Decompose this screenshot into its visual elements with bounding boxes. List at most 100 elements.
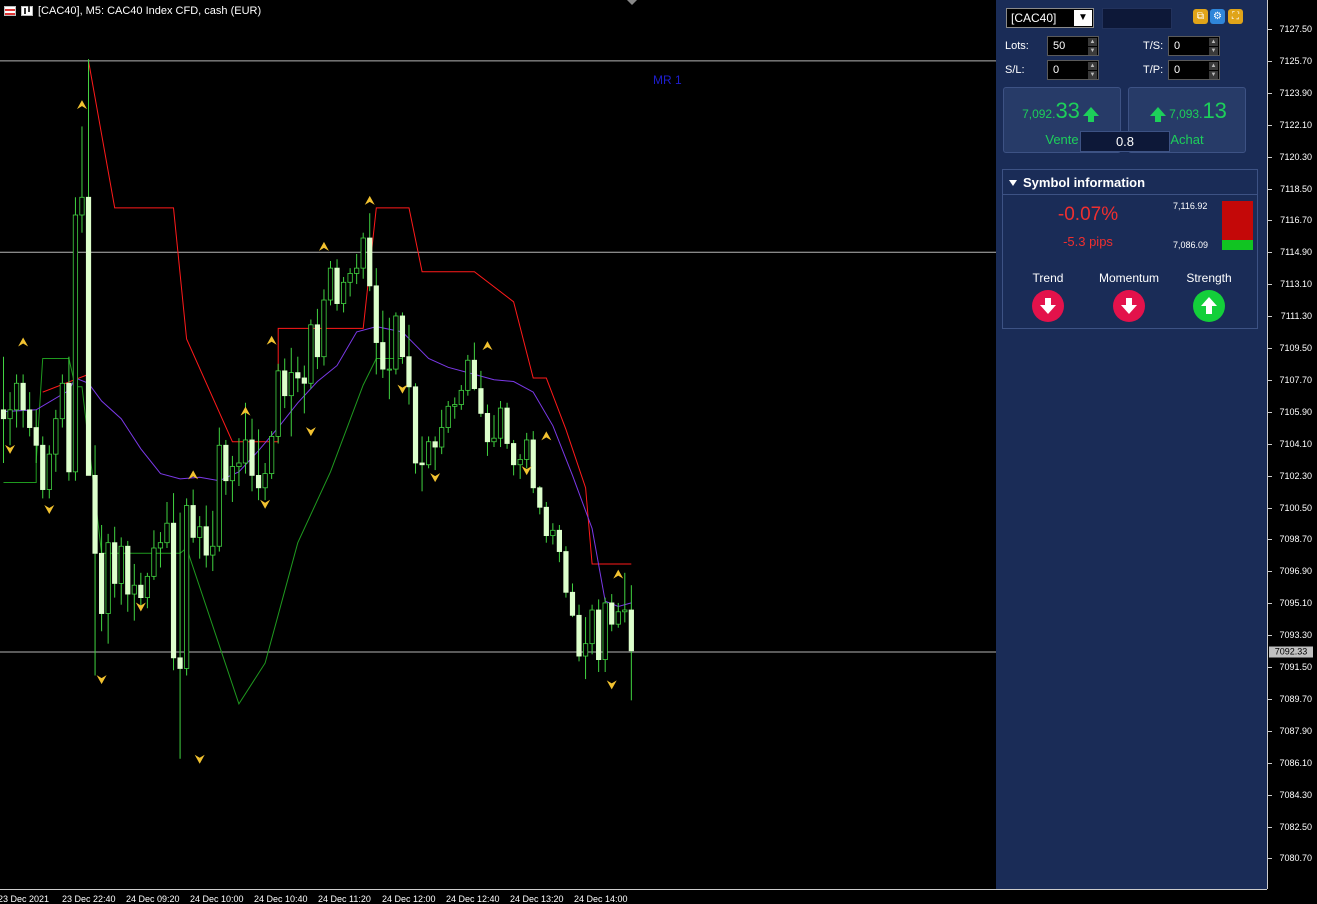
ts-field[interactable]: 0 ▲ ▼ [1168, 36, 1220, 56]
candle-body [105, 542, 111, 614]
tp-increment-icon[interactable]: ▲ [1209, 62, 1218, 70]
candle-body [236, 462, 242, 467]
copy-icon[interactable]: ⧉ [1193, 9, 1208, 24]
fractal-down-marker [5, 444, 16, 454]
candle-body [66, 382, 72, 473]
candle-body [301, 377, 307, 384]
candle-body [308, 324, 314, 384]
chart-shift-marker[interactable] [627, 0, 637, 5]
time-tick-label: 24 Dec 12:00 [382, 894, 436, 904]
fractal-up-marker [76, 100, 87, 110]
collapse-icon[interactable] [1009, 180, 1017, 186]
sl-field[interactable]: 0 ▲ ▼ [1047, 60, 1099, 80]
gear-icon[interactable]: ⚙ [1210, 9, 1225, 24]
momentum-label: Momentum [1098, 271, 1160, 285]
candle-body [164, 522, 170, 544]
price-tick-label: 7093.30 [1279, 630, 1312, 641]
tp-decrement-icon[interactable]: ▼ [1209, 71, 1218, 79]
price-tick-mark [1268, 188, 1272, 190]
candle-body [282, 370, 288, 397]
symbol-info-header[interactable]: Symbol information [1003, 170, 1257, 195]
fractal-down-marker [194, 754, 205, 764]
time-tick-label: 24 Dec 10:00 [190, 894, 244, 904]
lots-label: Lots: [1005, 40, 1029, 52]
sell-price: 7,092.33 [1004, 98, 1120, 124]
candle-body [327, 267, 334, 301]
symbol-select[interactable]: [CAC40] ▼ [1006, 8, 1094, 28]
price-tick-mark [1268, 858, 1272, 860]
fractal-up-marker [266, 335, 277, 345]
sl-decrement-icon[interactable]: ▼ [1088, 71, 1097, 79]
price-tick-mark [1268, 348, 1272, 349]
candle-body [99, 552, 105, 614]
price-tick-mark [1268, 730, 1272, 732]
price-tick-mark [1268, 507, 1272, 509]
symbol-info-field [1102, 8, 1172, 29]
candle-body [596, 609, 602, 661]
candle-body [27, 409, 33, 428]
candle-body [478, 388, 484, 414]
expand-icon[interactable]: ⛶ [1228, 9, 1243, 24]
candle-body [465, 359, 471, 391]
time-axis[interactable]: 23 Dec 2021 23 Dec 22:40 24 Dec 09:20 24 De… [0, 889, 1267, 904]
flag-icon [4, 6, 16, 16]
price-tick-label: 7091.50 [1279, 662, 1312, 672]
price-tick-mark [1268, 60, 1272, 62]
candle-body [229, 466, 235, 482]
candle-body [556, 529, 563, 552]
chart-area[interactable]: [CAC40], M5: CAC40 Index CFD, cash (EUR)… [0, 0, 996, 889]
time-tick-label: 24 Dec 11:20 [318, 894, 371, 904]
candle-body [20, 382, 26, 411]
candle-body [452, 404, 458, 407]
candle-body [131, 584, 137, 595]
candle-body [504, 407, 510, 444]
time-tick-label: 24 Dec 12:40 [446, 894, 500, 904]
symbol-info-box: Symbol information -0.07% -5.3 pips 7,11… [1002, 169, 1258, 329]
ts-value: 0 [1174, 40, 1181, 52]
price-tick-label: 7096.90 [1279, 566, 1312, 577]
candle-body [360, 237, 366, 269]
chevron-down-icon[interactable]: ▼ [1074, 10, 1092, 26]
trend-down-icon [1032, 290, 1064, 322]
candle-body [530, 439, 536, 489]
lots-field[interactable]: 50 ▲ ▼ [1047, 36, 1099, 56]
price-chart[interactable] [0, 0, 996, 889]
candle-body [249, 439, 255, 476]
price-tick-label: 7105.90 [1279, 406, 1312, 417]
time-tick-label: 23 Dec 22:40 [62, 894, 116, 904]
candle-body [118, 545, 124, 584]
tp-field[interactable]: 0 ▲ ▼ [1168, 60, 1220, 80]
candle-body [85, 196, 92, 476]
price-tick-mark [1268, 603, 1272, 605]
ts-decrement-icon[interactable]: ▼ [1209, 47, 1218, 55]
price-axis[interactable]: 7127.50 7125.70 7123.90 7122.10 7120.30 7118.… [1267, 0, 1317, 889]
candle-body [177, 657, 183, 669]
lots-decrement-icon[interactable]: ▼ [1088, 47, 1097, 55]
candle-body [399, 315, 406, 358]
candle-body [609, 602, 615, 625]
price-tick-label: 7114.90 [1280, 247, 1312, 258]
candle-body [255, 474, 262, 489]
time-tick-label: 23 Dec 2021 [0, 894, 50, 904]
candle-body [373, 285, 379, 343]
strength-up-icon [1193, 290, 1225, 322]
lots-increment-icon[interactable]: ▲ [1088, 38, 1097, 46]
candle-body [262, 473, 268, 489]
candle-body [491, 437, 497, 443]
fractal-up-marker [364, 195, 375, 205]
candle-body [334, 267, 340, 304]
symbol-select-value: [CAC40] [1011, 11, 1057, 25]
candle-body [125, 545, 131, 595]
sl-increment-icon[interactable]: ▲ [1088, 62, 1097, 70]
candle-body [497, 407, 504, 439]
candle-body [628, 609, 634, 652]
candle-body [524, 439, 530, 460]
buy-price-big: 13 [1202, 98, 1227, 123]
candle-body [425, 441, 432, 466]
ts-increment-icon[interactable]: ▲ [1209, 38, 1218, 46]
candle-body [347, 273, 353, 283]
price-tick-mark [1268, 252, 1272, 254]
price-tick-label: 7080.70 [1279, 853, 1312, 864]
change-percent: -0.07% [1057, 204, 1119, 225]
price-tick-mark [1268, 698, 1272, 700]
